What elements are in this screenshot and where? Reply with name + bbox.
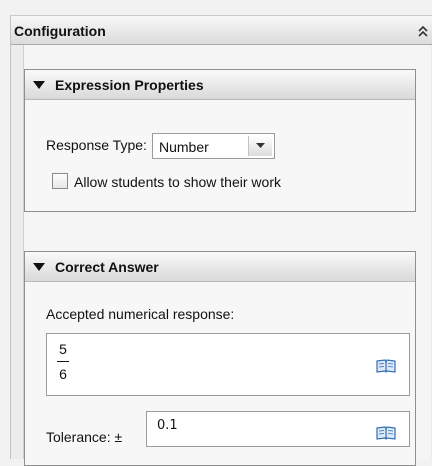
dropdown-button[interactable]	[248, 136, 272, 156]
expression-properties-title: Expression Properties	[55, 77, 204, 93]
allow-work-label[interactable]: Allow students to show their work	[74, 174, 281, 190]
panel-header[interactable]: Configuration	[11, 15, 432, 45]
fraction-bar	[57, 361, 69, 362]
expression-properties-header[interactable]: Expression Properties	[25, 70, 415, 100]
response-type-select[interactable]: Number	[152, 133, 275, 159]
tolerance-input[interactable]: 0.1	[146, 411, 410, 447]
tolerance-value: 0.1	[157, 418, 178, 433]
allow-work-checkbox[interactable]	[52, 173, 68, 189]
book-icon[interactable]	[376, 426, 396, 440]
correct-answer-header[interactable]: Correct Answer	[25, 252, 415, 282]
chevron-down-icon	[256, 143, 265, 148]
response-type-label: Response Type:	[46, 137, 147, 153]
triangle-down-icon[interactable]	[33, 263, 45, 271]
answer-denominator: 6	[59, 366, 67, 382]
tolerance-label: Tolerance: ±	[46, 429, 123, 445]
accepted-response-input[interactable]: 5 6	[46, 333, 410, 396]
answer-numerator: 5	[59, 341, 67, 357]
response-type-value: Number	[159, 139, 209, 155]
panel-title: Configuration	[14, 23, 106, 39]
correct-answer-title: Correct Answer	[55, 259, 159, 275]
triangle-down-icon[interactable]	[33, 81, 45, 89]
double-chevron-up-icon[interactable]	[417, 25, 429, 37]
accepted-response-label: Accepted numerical response:	[46, 306, 235, 322]
answer-fraction: 5 6	[57, 341, 69, 383]
book-icon[interactable]	[376, 359, 396, 373]
